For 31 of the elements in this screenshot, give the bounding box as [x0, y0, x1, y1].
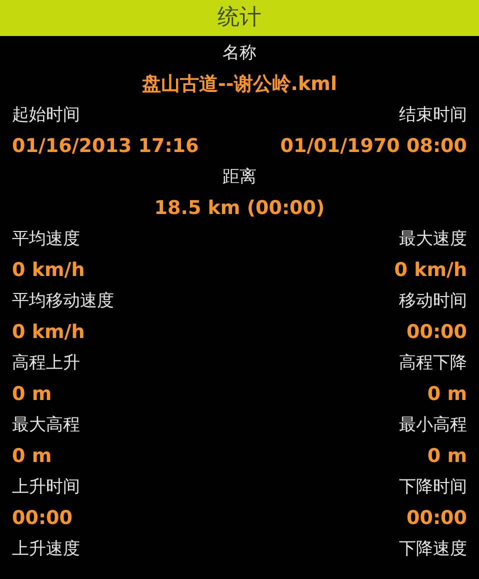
stat-value: 0 m — [12, 444, 52, 469]
stat-label: 名称 — [222, 42, 256, 65]
stat-label: 上升速度 — [12, 538, 80, 561]
stat-label: 高程上升 — [12, 352, 80, 375]
stat-label: 起始时间 — [12, 104, 80, 127]
stat-label: 下降速度 — [399, 538, 467, 561]
stat-value: 0 km/h — [12, 258, 85, 283]
stat-label: 最大速度 — [399, 228, 467, 251]
stat-value: 0 m — [427, 382, 467, 407]
stat-label: 最小高程 — [399, 414, 467, 437]
screen-title: 统计 — [218, 7, 262, 29]
stat-value: 0 km/h — [12, 320, 85, 345]
stat-label: 上升时间 — [12, 476, 80, 499]
stat-label: 移动时间 — [399, 290, 467, 313]
stat-value: 00:00 — [406, 506, 467, 531]
stat-value: 18.5 km (00:00) — [154, 196, 325, 221]
stat-value: 盘山古道--谢公岭.kml — [142, 72, 337, 97]
stat-label: 结束时间 — [399, 104, 467, 127]
stat-label: 平均速度 — [12, 228, 80, 251]
stat-value: 01/16/2013 17:16 — [12, 134, 199, 159]
stat-value: 00:00 — [12, 506, 72, 531]
stat-value: 00:00 — [406, 320, 467, 345]
stat-value: 0 km/h — [394, 258, 467, 283]
stat-label: 距离 — [222, 166, 256, 189]
stat-label: 高程下降 — [399, 352, 467, 375]
stat-value: 0 m — [12, 382, 52, 407]
stat-label: 下降时间 — [399, 476, 467, 499]
stat-label: 最大高程 — [12, 414, 80, 437]
stat-value: 01/01/1970 08:00 — [280, 134, 467, 159]
stat-label: 平均移动速度 — [12, 290, 114, 313]
stat-value: 0 m — [427, 444, 467, 469]
